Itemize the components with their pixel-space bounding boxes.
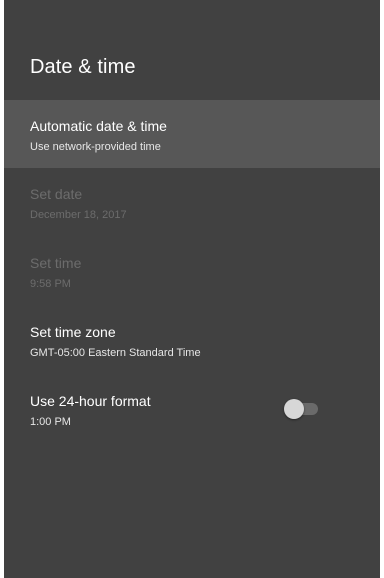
setting-title: Set time zone (30, 324, 116, 340)
setting-title: Set date (30, 186, 83, 202)
24-hour-format-toggle[interactable] (284, 399, 320, 419)
setting-title: Use 24-hour format (30, 393, 151, 409)
setting-subtitle: December 18, 2017 (30, 209, 127, 221)
settings-panel: Date & time Automatic date & time Use ne… (4, 0, 380, 578)
setting-title: Set time (30, 255, 82, 271)
setting-set-date: Set date December 18, 2017 (4, 168, 380, 236)
setting-subtitle: 1:00 PM (30, 416, 71, 428)
setting-subtitle: Use network-provided time (30, 141, 161, 153)
setting-title: Automatic date & time (30, 118, 167, 134)
page-title: Date & time (30, 56, 136, 78)
setting-use-24-hour-format[interactable]: Use 24-hour format 1:00 PM (4, 375, 380, 443)
setting-set-time: Set time 9:58 PM (4, 237, 380, 305)
header: Date & time (4, 0, 380, 101)
toggle-thumb (284, 399, 304, 419)
setting-subtitle: GMT-05:00 Eastern Standard Time (30, 347, 201, 359)
setting-automatic-date-time[interactable]: Automatic date & time Use network-provid… (4, 100, 380, 168)
setting-subtitle: 9:58 PM (30, 278, 71, 290)
setting-set-time-zone[interactable]: Set time zone GMT-05:00 Eastern Standard… (4, 306, 380, 374)
